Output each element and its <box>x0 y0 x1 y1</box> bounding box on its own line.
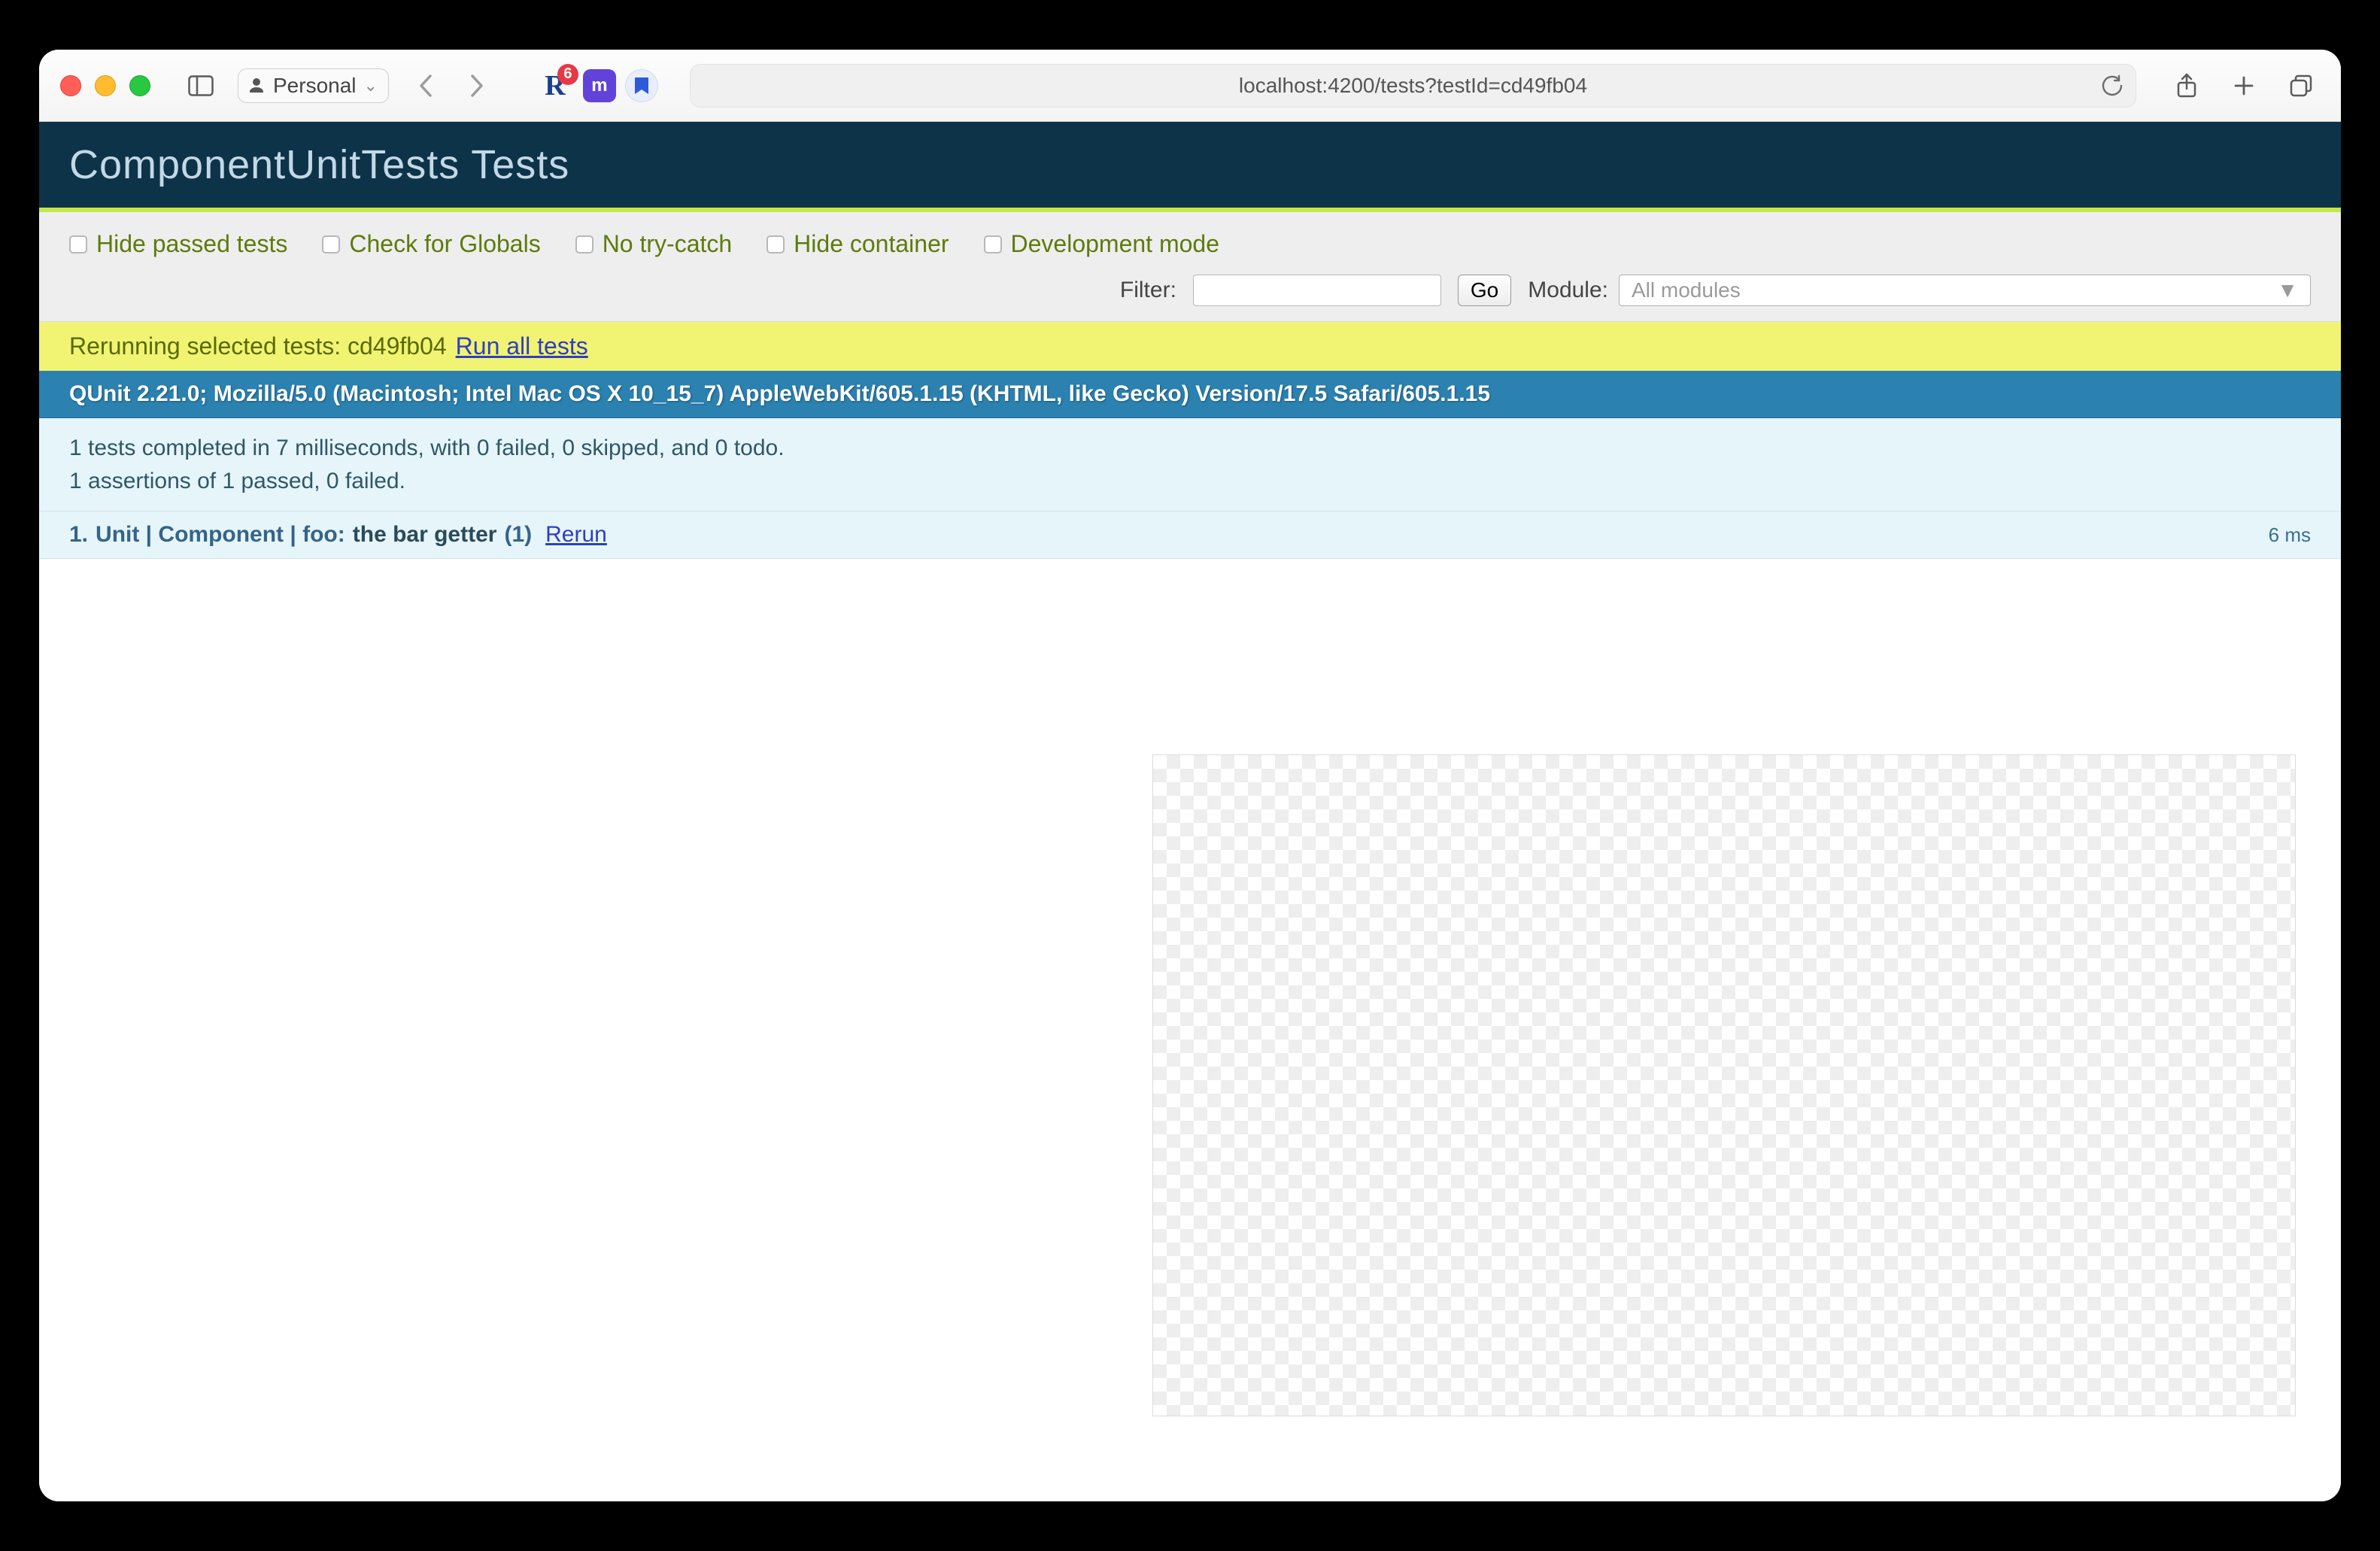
option-no-trycatch[interactable]: No try-catch <box>575 230 732 258</box>
module-selector-wrap: Module: All modules ▼ <box>1528 275 2311 306</box>
profile-label: Personal <box>273 74 357 98</box>
rerun-banner-text: Rerunning selected tests: cd49fb04 <box>69 332 447 360</box>
tabs-overview-button[interactable] <box>2282 67 2320 105</box>
checkbox-icon <box>984 235 1002 253</box>
qunit-toolbar: Hide passed tests Check for Globals No t… <box>39 212 2341 322</box>
window-controls <box>60 75 150 96</box>
extensions-group: R 6 m <box>536 67 658 105</box>
checkbox-icon <box>322 235 340 253</box>
browser-right-controls <box>2168 67 2320 105</box>
window-minimize-button[interactable] <box>95 75 116 96</box>
module-selector[interactable]: All modules ▼ <box>1619 275 2311 306</box>
option-label: No try-catch <box>603 230 732 258</box>
test-rerun-link[interactable]: Rerun <box>545 522 607 548</box>
extension-m-icon: m <box>591 75 607 96</box>
test-summary: 1 tests completed in 7 milliseconds, wit… <box>39 418 2341 511</box>
filter-label: Filter: <box>1120 278 1176 303</box>
extension-bookmark[interactable] <box>625 69 658 102</box>
test-name: the bar getter <box>353 522 497 548</box>
page-title: ComponentUnitTests Tests <box>39 122 2341 212</box>
module-selected-text: All modules <box>1632 278 1741 302</box>
back-button[interactable] <box>407 67 445 105</box>
plus-icon <box>2233 74 2255 97</box>
test-duration: 6 ms <box>2269 524 2311 547</box>
bookmark-icon <box>633 76 650 96</box>
sidebar-toggle-button[interactable] <box>182 67 220 105</box>
nav-arrows <box>407 67 496 105</box>
share-button[interactable] <box>2168 67 2205 105</box>
browser-chrome: Personal ⌄ R 6 m localhost:4200/te <box>39 50 2341 122</box>
checkbox-icon <box>767 235 785 253</box>
checkbox-icon <box>69 235 87 253</box>
module-label: Module: <box>1528 278 1608 303</box>
option-label: Development mode <box>1011 230 1219 258</box>
user-agent-bar: QUnit 2.21.0; Mozilla/5.0 (Macintosh; In… <box>39 371 2341 418</box>
test-assertion-count: (1) <box>504 522 532 548</box>
summary-line-2: 1 assertions of 1 passed, 0 failed. <box>69 465 2311 498</box>
ember-testing-container <box>1152 754 2296 1416</box>
option-hide-container[interactable]: Hide container <box>767 230 949 258</box>
window-close-button[interactable] <box>60 75 81 96</box>
test-module: Unit | Component | foo: <box>96 522 345 548</box>
extension-m[interactable]: m <box>583 69 616 102</box>
test-result-row[interactable]: 1. Unit | Component | foo: the bar gette… <box>39 511 2341 559</box>
option-dev-mode[interactable]: Development mode <box>984 230 1219 258</box>
option-hide-passed[interactable]: Hide passed tests <box>69 230 287 258</box>
new-tab-button[interactable] <box>2225 67 2263 105</box>
checkbox-icon <box>575 235 593 253</box>
extension-r[interactable]: R 6 <box>536 67 574 105</box>
chevron-down-icon: ⌄ <box>364 76 378 96</box>
filter-input[interactable] <box>1193 275 1441 306</box>
option-label: Hide passed tests <box>96 230 287 258</box>
reload-button[interactable] <box>2101 74 2123 97</box>
extension-r-badge: 6 <box>557 64 578 85</box>
share-icon <box>2175 72 2198 99</box>
run-all-tests-link[interactable]: Run all tests <box>456 332 588 360</box>
filter-go-button[interactable]: Go <box>1458 275 1511 306</box>
option-label: Check for Globals <box>349 230 540 258</box>
rerun-banner: Rerunning selected tests: cd49fb04 Run a… <box>39 322 2341 371</box>
dropdown-triangle-icon: ▼ <box>2277 278 2298 302</box>
window-maximize-button[interactable] <box>129 75 150 96</box>
qunit-filter-row: Filter: Go Module: All modules ▼ <box>69 275 2311 306</box>
option-check-globals[interactable]: Check for Globals <box>322 230 540 258</box>
page-content: ComponentUnitTests Tests Hide passed tes… <box>39 122 2341 1501</box>
option-label: Hide container <box>794 230 949 258</box>
qunit-options-row: Hide passed tests Check for Globals No t… <box>69 230 2311 258</box>
profile-selector[interactable]: Personal ⌄ <box>238 68 389 103</box>
forward-button[interactable] <box>458 67 496 105</box>
browser-window: Personal ⌄ R 6 m localhost:4200/te <box>39 50 2341 1501</box>
url-text: localhost:4200/tests?testId=cd49fb04 <box>1239 74 1587 98</box>
summary-line-1: 1 tests completed in 7 milliseconds, wit… <box>69 432 2311 465</box>
tabs-icon <box>2289 74 2313 98</box>
person-icon <box>247 77 266 95</box>
test-index: 1. <box>69 522 88 548</box>
address-bar[interactable]: localhost:4200/tests?testId=cd49fb04 <box>690 64 2136 108</box>
